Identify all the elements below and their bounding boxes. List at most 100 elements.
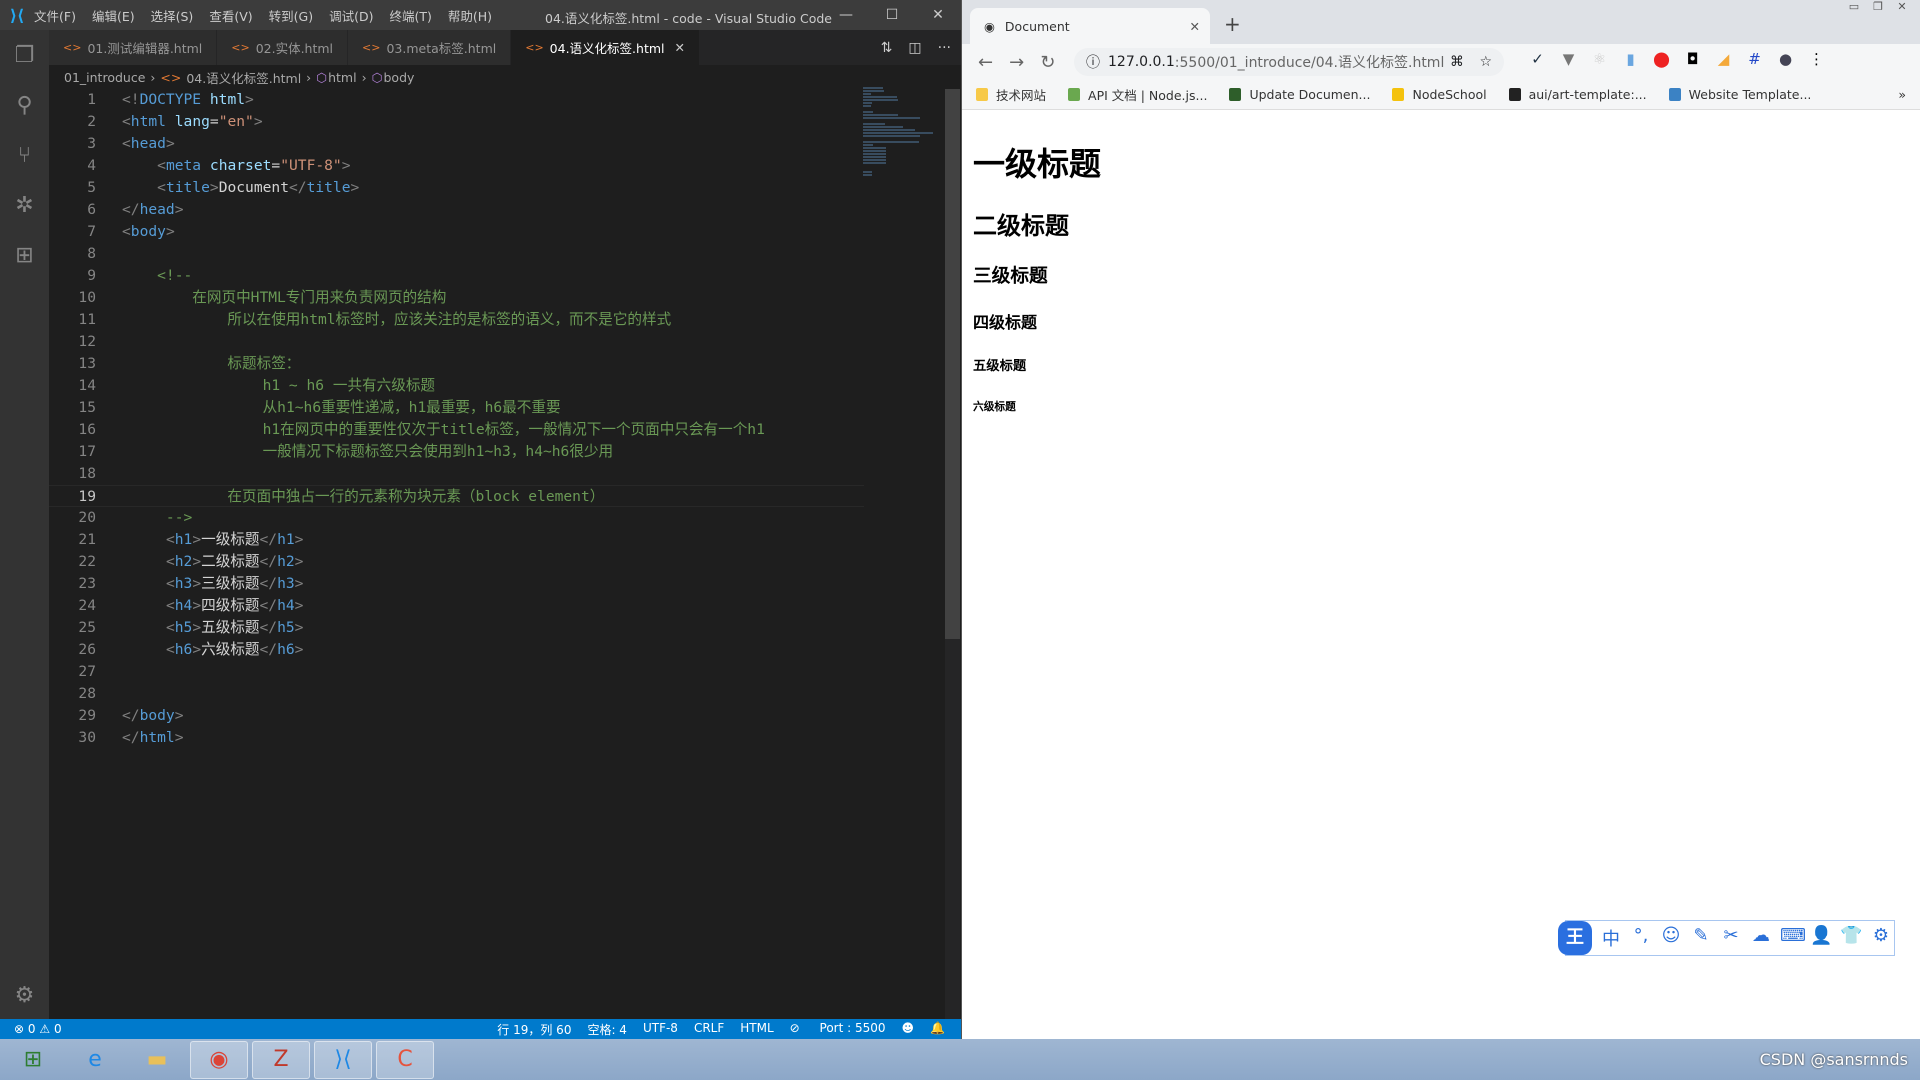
code-line[interactable]: 28 — [49, 683, 864, 705]
code-line[interactable]: 4 <meta charset="UTF-8"> — [49, 155, 864, 177]
minimap[interactable] — [863, 86, 943, 176]
minimize-button[interactable]: — — [823, 0, 869, 30]
feedback-smiley-icon[interactable]: ☻ — [902, 1021, 915, 1038]
breadcrumb-item[interactable]: 04.语义化标签.html — [186, 68, 301, 87]
translate-icon[interactable]: ⌘ — [1450, 54, 1464, 70]
js-extension-icon[interactable]: ✓ — [1522, 50, 1553, 68]
code-line[interactable]: 18 — [49, 463, 864, 485]
menu-item[interactable]: 终端(T) — [389, 9, 431, 24]
code-line[interactable]: 7 <body> — [49, 221, 864, 243]
code-line[interactable]: 22 <h2>二级标题</h2> — [49, 551, 864, 573]
filezilla-taskbar-icon[interactable]: Z — [252, 1040, 310, 1079]
more-actions-icon[interactable]: ··· — [938, 40, 951, 56]
menu-item[interactable]: 调试(D) — [329, 9, 373, 24]
open-changes-icon[interactable]: ⇅ — [881, 40, 893, 56]
code-line[interactable]: 23 <h3>三级标题</h3> — [49, 573, 864, 595]
code-line[interactable]: 8 — [49, 243, 864, 265]
colorzilla-icon[interactable]: ◢ — [1708, 50, 1739, 68]
code-line[interactable]: 26 <h6>六级标题</h6> — [49, 639, 864, 661]
screenshot-extension-icon[interactable]: ◘ — [1677, 50, 1708, 68]
code-line[interactable]: 12 — [49, 331, 864, 353]
language-mode[interactable]: HTML — [740, 1021, 773, 1038]
react-devtools-icon[interactable]: ⚛ — [1584, 50, 1615, 68]
code-editor[interactable]: 1 <!DOCTYPE html> 2 <html lang="en"> 3 <head>… — [49, 89, 945, 1019]
back-icon[interactable]: ← — [978, 52, 993, 73]
user-icon[interactable]: 👤 — [1810, 925, 1832, 951]
encoding[interactable]: UTF-8 — [643, 1021, 678, 1038]
chrome-menu-icon[interactable]: ⋮ — [1801, 50, 1832, 68]
tab-file[interactable]: <> 03.meta标签.html — [348, 30, 512, 65]
punctuation-icon[interactable]: °, — [1630, 925, 1652, 951]
ime-logo[interactable]: 王 — [1558, 921, 1592, 955]
browser-restore-button[interactable]: ❐ — [1866, 0, 1890, 13]
problems-indicator[interactable]: ⊗ 0 ⚠ 0 — [14, 1022, 62, 1036]
settings-gear-icon[interactable]: ⚙ — [0, 970, 49, 1020]
browser-minimize-button[interactable]: ▭ — [1842, 0, 1866, 13]
code-line[interactable]: 29 </body> — [49, 705, 864, 727]
menu-item[interactable]: 查看(V) — [209, 9, 252, 24]
source-control-icon[interactable]: ⑂ — [0, 130, 49, 180]
menu-item[interactable]: 转到(G) — [269, 9, 313, 24]
code-line[interactable]: 6 </head> — [49, 199, 864, 221]
code-line[interactable]: 27 — [49, 661, 864, 683]
breadcrumb-item[interactable]: body — [384, 70, 415, 85]
notifications-bell-icon[interactable]: 🔔 — [930, 1021, 945, 1038]
menu-item[interactable]: 编辑(E) — [92, 9, 135, 24]
menu-item[interactable]: 文件(F) — [34, 9, 76, 24]
close-button[interactable]: ✕ — [915, 0, 961, 30]
extension-icon[interactable]: ▮ — [1615, 50, 1646, 68]
code-line[interactable]: 1 <!DOCTYPE html> — [49, 89, 864, 111]
emoji-icon[interactable]: ☺ — [1660, 925, 1682, 951]
code-line[interactable]: 24 <h4>四级标题</h4> — [49, 595, 864, 617]
live-server-port[interactable]: ⊘ Port : 5500 — [790, 1021, 886, 1038]
code-line[interactable]: 16 h1在网页中的重要性仅次于title标签，一般情况下一个页面中只会有一个h… — [49, 419, 864, 441]
handwriting-icon[interactable]: ✎ — [1690, 925, 1712, 951]
code-line[interactable]: 14 h1 ~ h6 一共有六级标题 — [49, 375, 864, 397]
close-tab-icon[interactable]: ✕ — [1190, 19, 1200, 34]
code-line[interactable]: 19 在页面中独占一行的元素称为块元素（block element） — [49, 485, 864, 507]
scrollbar-thumb[interactable] — [945, 89, 960, 639]
address-bar[interactable]: ⓘ 127.0.0.1:5500/01_introduce/04.语义化标签.h… — [1074, 48, 1504, 76]
bookmark-item[interactable]: 技术网站 — [976, 85, 1046, 104]
code-line[interactable]: 15 从h1~h6重要性递减，h1最重要，h6最不重要 — [49, 397, 864, 419]
bookmark-item[interactable]: aui/art-template:... — [1508, 87, 1647, 102]
code-line[interactable]: 21 <h1>一级标题</h1> — [49, 529, 864, 551]
code-line[interactable]: 20 --> — [49, 507, 864, 529]
start-button[interactable]: ⊞ — [4, 1041, 62, 1079]
code-line[interactable]: 11 所以在使用html标签时，应该关注的是标签的语义，而不是它的样式 — [49, 309, 864, 331]
code-line[interactable]: 3 <head> — [49, 133, 864, 155]
chrome-taskbar-icon[interactable]: ◉ — [190, 1040, 248, 1079]
maximize-button[interactable]: ☐ — [869, 0, 915, 30]
close-tab-icon[interactable]: ✕ — [675, 40, 685, 55]
split-editor-icon[interactable]: ◫ — [908, 40, 921, 56]
forward-icon[interactable]: → — [1009, 52, 1024, 73]
editor-scrollbar[interactable] — [945, 89, 960, 1019]
settings-icon[interactable]: ⚙ — [1870, 925, 1892, 951]
bookmark-item[interactable]: Website Template... — [1668, 87, 1811, 102]
reload-icon[interactable]: ↻ — [1040, 52, 1055, 73]
chinese-mode-icon[interactable]: 中 — [1600, 925, 1622, 951]
code-line[interactable]: 25 <h5>五级标题</h5> — [49, 617, 864, 639]
skin-icon[interactable]: 👕 — [1840, 925, 1862, 951]
keyboard-icon[interactable]: ⌨ — [1780, 925, 1806, 951]
code-line[interactable]: 30 </html> — [49, 727, 864, 749]
vscode-taskbar-icon[interactable]: ⟩⟨ — [314, 1040, 372, 1079]
browser-tab[interactable]: ◉ Document ✕ — [970, 8, 1210, 44]
code-line[interactable]: 9 <!-- — [49, 265, 864, 287]
more-bookmarks-icon[interactable]: » — [1898, 87, 1906, 102]
tab-file[interactable]: <> 04.语义化标签.html ✕ — [511, 30, 700, 65]
menu-item[interactable]: 帮助(H) — [448, 9, 492, 24]
profile-avatar[interactable]: ● — [1770, 50, 1801, 68]
bookmark-item[interactable]: Update Documen... — [1229, 87, 1370, 102]
browser-close-button[interactable]: ✕ — [1890, 0, 1914, 13]
breadcrumb-item[interactable]: html — [328, 70, 356, 85]
code-line[interactable]: 13 标题标签： — [49, 353, 864, 375]
search-icon[interactable]: ⚲ — [0, 80, 49, 130]
code-line[interactable]: 10 在网页中HTML专门用来负责网页的结构 — [49, 287, 864, 309]
tab-file[interactable]: <> 01.测试编辑器.html — [49, 30, 218, 65]
screenshot-icon[interactable]: ✂ — [1720, 925, 1742, 951]
explorer-icon[interactable]: ❐ — [0, 30, 49, 80]
extensions-icon[interactable]: ⊞ — [0, 230, 49, 280]
grid-extension-icon[interactable]: # — [1739, 50, 1770, 68]
bookmark-item[interactable]: NodeSchool — [1392, 87, 1487, 102]
